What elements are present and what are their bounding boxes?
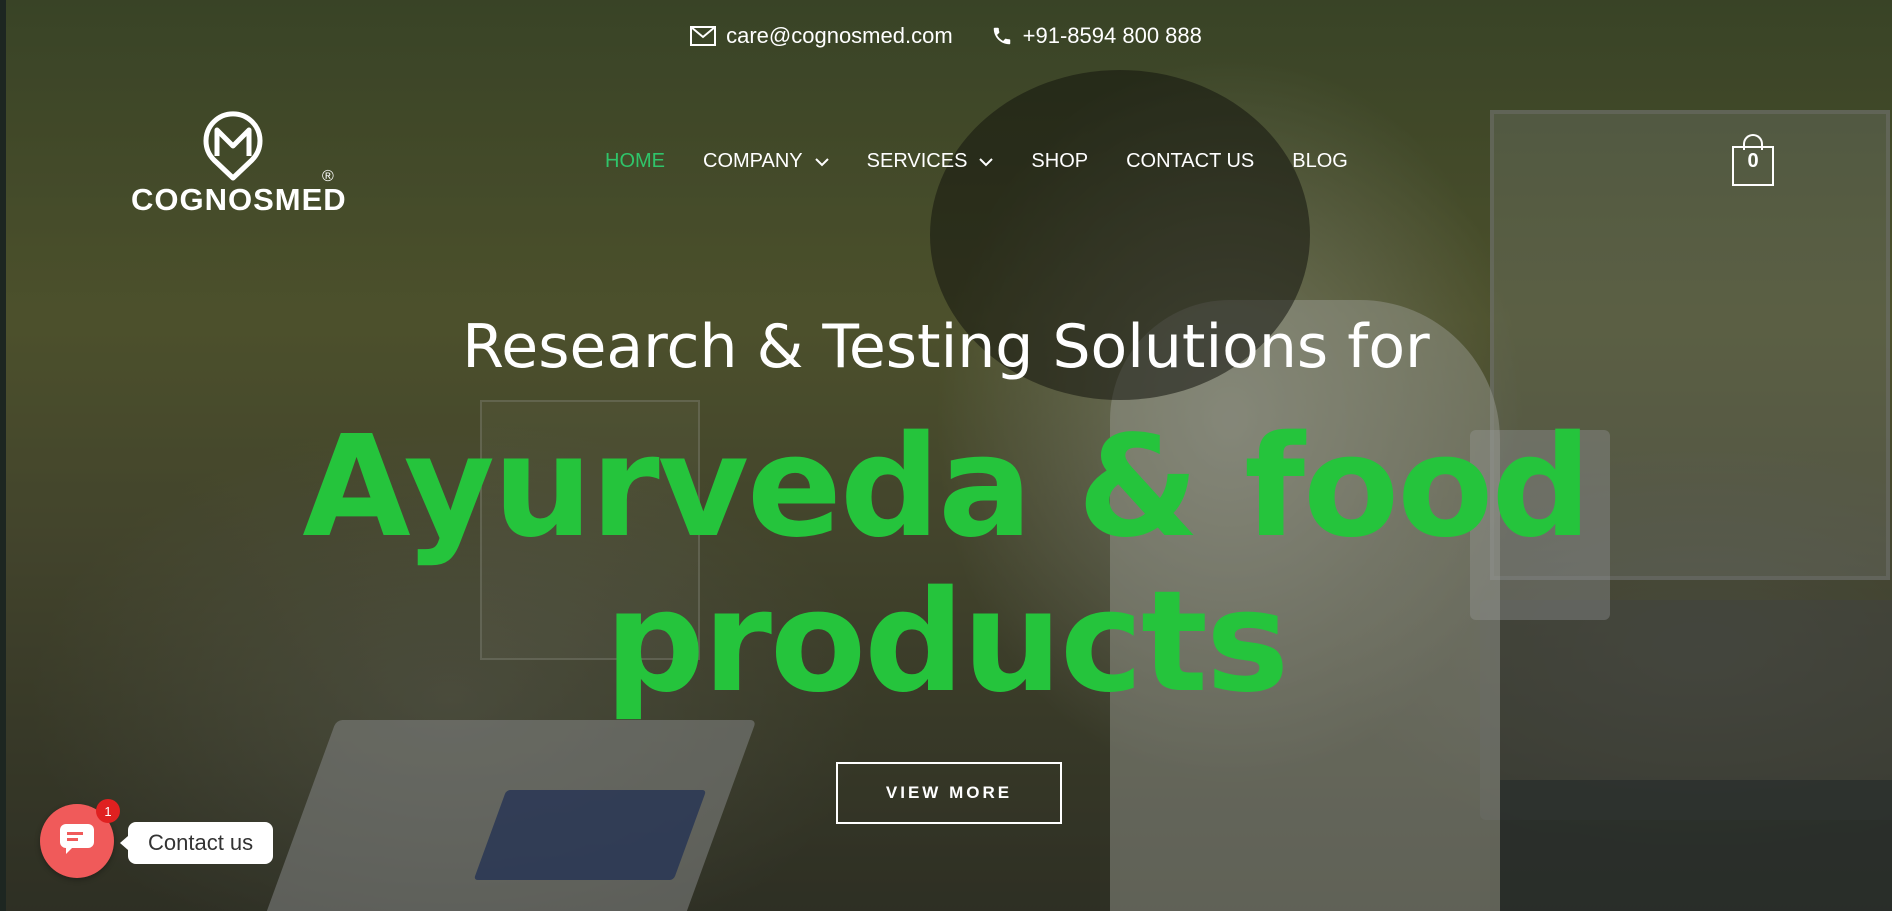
cart-button[interactable]: 0 bbox=[1732, 134, 1774, 186]
nav-item-contact-us[interactable]: CONTACT US bbox=[1126, 150, 1254, 173]
nav-item-company[interactable]: COMPANY bbox=[703, 150, 829, 173]
email-link[interactable]: care@cognosmed.com bbox=[690, 23, 953, 49]
chat-label[interactable]: Contact us bbox=[119, 822, 274, 864]
cart-count: 0 bbox=[1747, 150, 1759, 172]
nav-item-shop[interactable]: SHOP bbox=[1031, 150, 1088, 173]
email-text: care@cognosmed.com bbox=[726, 23, 953, 48]
chat-notification-badge: 1 bbox=[96, 799, 120, 823]
hero-title-line-1: Ayurveda & food bbox=[302, 406, 1591, 569]
main-nav: HOME COMPANY SERVICES SHOP CONTACT US BL… bbox=[605, 150, 1348, 173]
nav-item-home[interactable]: HOME bbox=[605, 150, 665, 173]
chevron-down-icon bbox=[814, 150, 829, 173]
logo-mark-icon bbox=[200, 110, 266, 187]
nav-item-blog[interactable]: BLOG bbox=[1292, 150, 1348, 173]
hero-title-line-2: products bbox=[604, 561, 1290, 724]
hero-subtitle: Research & Testing Solutions for bbox=[462, 312, 1430, 382]
phone-link[interactable]: +91-8594 800 888 bbox=[991, 23, 1202, 49]
registered-mark: ® bbox=[322, 168, 334, 185]
nav-item-label: SHOP bbox=[1031, 150, 1089, 172]
chat-bubble-icon bbox=[58, 822, 96, 861]
nav-item-label: CONTACT US bbox=[1126, 150, 1255, 172]
nav-item-services[interactable]: SERVICES bbox=[867, 150, 994, 173]
nav-item-label: SERVICES bbox=[866, 150, 968, 172]
phone-text: +91-8594 800 888 bbox=[1022, 23, 1202, 48]
nav-item-label: HOME bbox=[605, 150, 665, 172]
nav-item-label: COMPANY bbox=[703, 150, 803, 172]
view-more-button[interactable]: VIEW MORE bbox=[836, 762, 1062, 824]
hero-title: Ayurveda & food products bbox=[0, 410, 1892, 720]
top-contact-bar: care@cognosmed.com +91-8594 800 888 bbox=[0, 18, 1892, 54]
nav-item-label: BLOG bbox=[1292, 150, 1348, 172]
brand-logo[interactable]: COGNOSMED ® bbox=[128, 110, 348, 220]
chevron-down-icon bbox=[979, 150, 994, 173]
brand-name: COGNOSMED bbox=[131, 182, 347, 217]
envelope-icon bbox=[690, 26, 717, 46]
phone-icon bbox=[991, 25, 1013, 47]
